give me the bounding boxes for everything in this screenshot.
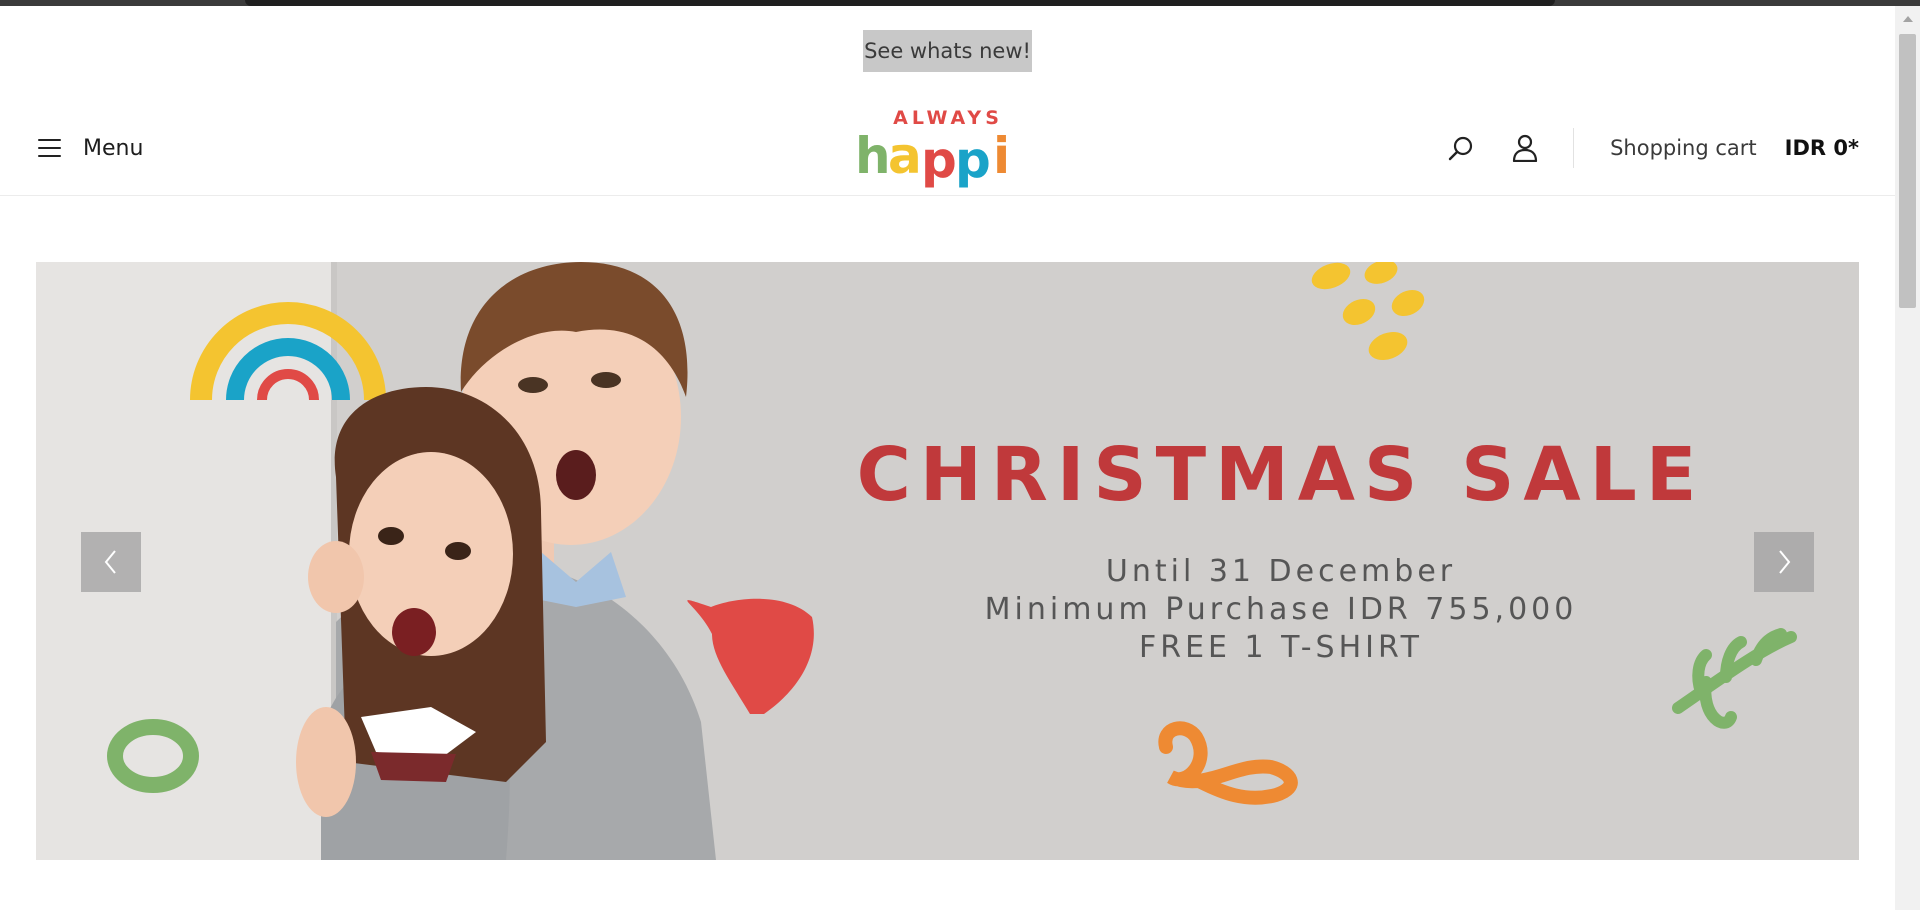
yellow-dots-icon (1311, 262, 1425, 361)
sale-line-date: Until 31 December (1105, 554, 1457, 589)
header-actions: Shopping cart IDR 0* (1441, 125, 1859, 171)
browser-top-edge (0, 0, 1920, 6)
sale-title: CHRISTMAS SALE (856, 432, 1706, 518)
announcement-bar: See whats new! (0, 30, 1895, 74)
heart-icon (687, 598, 814, 714)
carousel-next-button[interactable] (1754, 532, 1814, 592)
logo-top-text: ALWAYS (893, 107, 1003, 129)
always-happi-logo[interactable]: ALWAYS h a p p i (855, 97, 1040, 195)
chevron-left-icon (104, 550, 116, 574)
sale-line-minimum: Minimum Purchase IDR 755,000 (984, 592, 1578, 627)
account-button[interactable] (1505, 128, 1545, 168)
search-button[interactable] (1441, 128, 1481, 168)
sale-line-gift: FREE 1 T-SHIRT (1138, 630, 1423, 665)
account-icon (1512, 134, 1538, 162)
chevron-right-icon (1779, 550, 1791, 574)
search-icon (1448, 136, 1473, 161)
carousel-prev-button[interactable] (81, 532, 141, 592)
svg-text:i: i (993, 127, 1010, 185)
menu-icon (38, 138, 61, 158)
orange-squiggle-icon (1158, 721, 1298, 805)
announcement-link[interactable]: See whats new! (863, 30, 1032, 72)
christmas-sale-banner[interactable]: CHRISTMAS SALE Until 31 December Minimum… (36, 262, 1859, 860)
scrollbar-thumb[interactable] (1899, 34, 1916, 308)
header-divider (1573, 128, 1575, 168)
svg-text:h: h (855, 127, 891, 185)
menu-label: Menu (83, 135, 144, 161)
shopping-cart-link[interactable]: Shopping cart (1610, 136, 1757, 160)
svg-text:p: p (921, 131, 957, 189)
menu-button[interactable]: Menu (38, 133, 143, 163)
svg-text:p: p (955, 131, 991, 189)
scroll-up-arrow-icon[interactable] (1903, 16, 1913, 22)
cart-total[interactable]: IDR 0* (1785, 136, 1859, 160)
svg-text:a: a (888, 127, 922, 185)
site-header: Menu ALWAYS h a p p i Shopping cart IDR … (0, 95, 1895, 196)
page-scrollbar[interactable] (1895, 6, 1920, 910)
